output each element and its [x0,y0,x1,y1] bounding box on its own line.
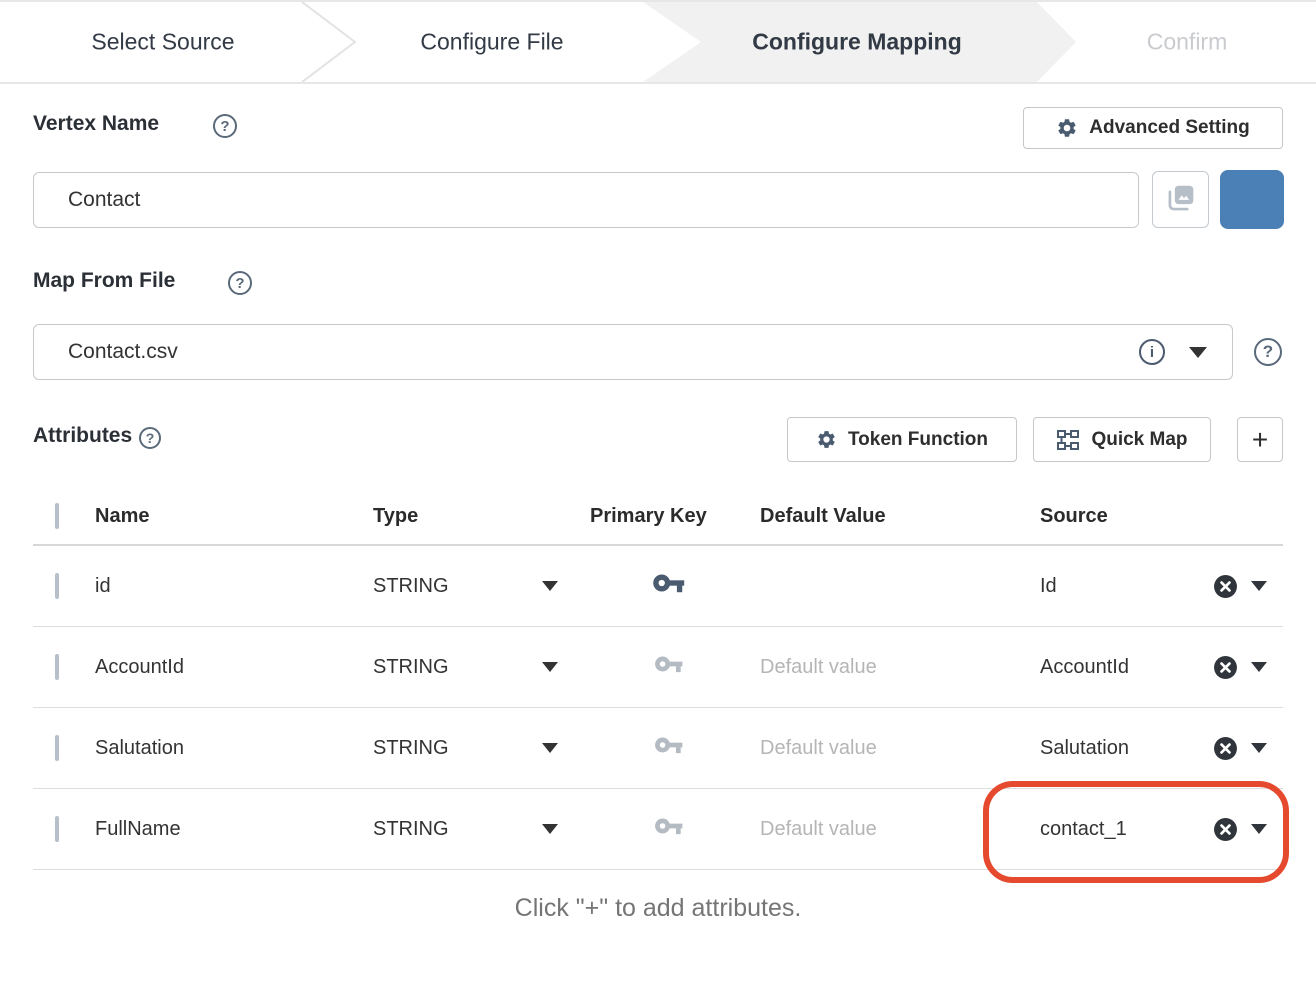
clear-source-icon[interactable] [1213,574,1238,599]
row-checkbox[interactable] [55,816,59,842]
type-dropdown-caret-icon[interactable] [542,581,558,591]
gear-icon [816,429,837,450]
clear-source-icon[interactable] [1213,655,1238,680]
file-help-icon[interactable]: ? [1254,338,1282,366]
file-info-icon[interactable]: i [1139,339,1165,365]
file-select-dropdown[interactable]: Contact.csv i [33,324,1233,380]
map-from-file-label: Map From File [33,269,175,293]
step-confirm: Confirm [1147,29,1228,56]
primary-key-icon[interactable] [654,816,684,842]
column-header-name: Name [95,505,373,528]
vertex-name-label: Vertex Name [33,112,159,136]
type-dropdown-caret-icon[interactable] [542,662,558,672]
add-attributes-hint: Click "+" to add attributes. [33,894,1283,923]
table-row: FullName STRING Default value contact_1 [33,789,1283,870]
source-dropdown-caret-icon[interactable] [1251,581,1267,591]
source-value[interactable]: Id [1040,575,1057,598]
step-select-source[interactable]: Select Source [91,29,234,56]
vertex-name-help-icon[interactable]: ? [213,114,237,138]
table-row: id STRING Id [33,546,1283,627]
selected-file-name: Contact.csv [34,340,178,364]
attribute-name: id [95,575,373,598]
row-checkbox[interactable] [55,573,59,599]
attribute-type: STRING [373,818,449,841]
column-header-default-value: Default Value [760,505,1032,528]
source-value[interactable]: contact_1 [1040,818,1127,841]
step-separator-chevron [300,2,358,82]
quick-map-button[interactable]: Quick Map [1033,417,1211,462]
advanced-setting-label: Advanced Setting [1089,117,1249,139]
add-attribute-button[interactable]: + [1237,417,1283,462]
row-checkbox[interactable] [55,735,59,761]
chevron-down-icon[interactable] [1189,347,1207,358]
attribute-type: STRING [373,737,449,760]
attribute-type: STRING [373,656,449,679]
image-icon [1165,182,1197,217]
select-all-checkbox[interactable] [55,503,59,529]
primary-key-icon[interactable] [654,654,684,680]
source-dropdown-caret-icon[interactable] [1251,743,1267,753]
default-value-field[interactable]: Default value [760,818,1032,841]
type-dropdown-caret-icon[interactable] [542,824,558,834]
attribute-name: AccountId [95,656,373,679]
column-header-source: Source [1032,505,1283,528]
attributes-table: Name Type Primary Key Default Value Sour… [33,488,1283,870]
source-dropdown-caret-icon[interactable] [1251,662,1267,672]
primary-key-icon[interactable] [654,735,684,761]
map-from-file-help-icon[interactable]: ? [228,271,252,295]
attribute-type: STRING [373,575,449,598]
step-configure-mapping[interactable]: Configure Mapping [752,29,962,56]
advanced-setting-button[interactable]: Advanced Setting [1023,107,1283,149]
stepper: Select Source Configure File Configure M… [0,0,1316,84]
token-function-button[interactable]: Token Function [787,417,1017,462]
table-header-row: Name Type Primary Key Default Value Sour… [33,488,1283,546]
vertex-color-swatch-button[interactable] [1220,170,1284,229]
token-function-label: Token Function [848,429,988,451]
step-configure-file[interactable]: Configure File [420,29,563,56]
source-value[interactable]: Salutation [1040,737,1129,760]
default-value-field[interactable]: Default value [760,656,1032,679]
gear-icon [1056,117,1078,139]
table-row: AccountId STRING Default value AccountId [33,627,1283,708]
table-row: Salutation STRING Default value Salutati… [33,708,1283,789]
source-dropdown-caret-icon[interactable] [1251,824,1267,834]
clear-source-icon[interactable] [1213,817,1238,842]
configure-mapping-page: Select Source Configure File Configure M… [0,0,1316,988]
default-value-field[interactable]: Default value [760,737,1032,760]
attributes-label: Attributes [33,424,132,448]
primary-key-icon[interactable] [652,572,686,600]
attribute-name: FullName [95,818,373,841]
type-dropdown-caret-icon[interactable] [542,743,558,753]
attributes-help-icon[interactable]: ? [139,427,161,449]
row-checkbox[interactable] [55,654,59,680]
quick-map-label: Quick Map [1091,429,1187,451]
choose-image-button[interactable] [1152,171,1209,228]
clear-source-icon[interactable] [1213,736,1238,761]
source-value[interactable]: AccountId [1040,656,1129,679]
column-header-type: Type [373,505,590,528]
column-header-primary-key: Primary Key [590,505,760,528]
vertex-name-input[interactable] [33,172,1139,228]
quick-map-icon [1056,429,1080,451]
attribute-name: Salutation [95,737,373,760]
